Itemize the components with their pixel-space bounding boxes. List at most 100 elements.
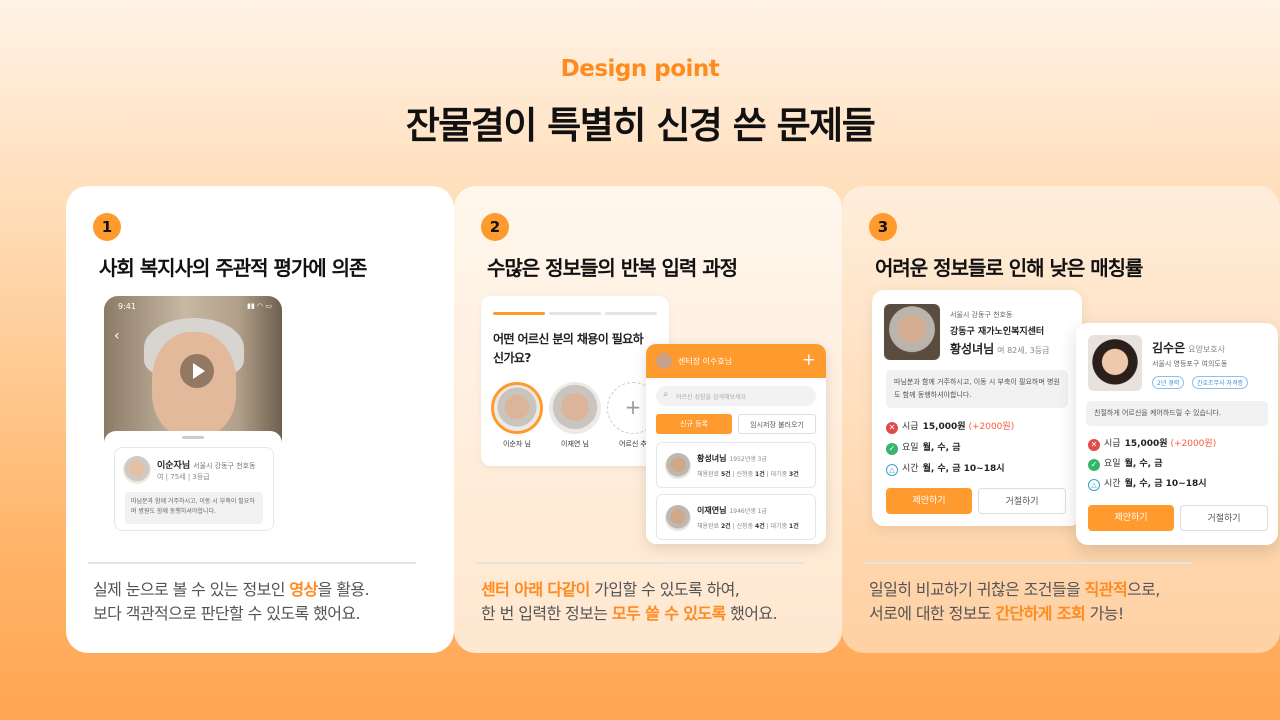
elder-center: 강동구 재가노인복지센터 <box>950 327 1045 337</box>
sheet-handle[interactable] <box>182 436 204 439</box>
desc-highlight: 영상 <box>289 580 318 599</box>
elder-avatar <box>491 382 543 434</box>
cond-label: 시간 <box>1104 479 1121 489</box>
elder-name: 황성녀님 여 82세, 3등급 <box>950 340 1050 357</box>
progress-step <box>549 312 601 315</box>
wage-plus: (+2000원) <box>1170 439 1217 449</box>
elder-photo <box>884 304 940 360</box>
feature-card-1: 1 사회 복지사의 주관적 평가에 의존 9:41 ▮▮ ◠ ▭ ‹ 이순자님 서… <box>66 186 454 653</box>
caregiver-photo <box>1088 335 1142 391</box>
cond-label: 시간 <box>902 464 919 474</box>
check-icon: ✓ <box>886 443 898 455</box>
wage-row: ✕ 시급 15,000원 (+2000원) <box>886 420 1014 434</box>
center-app-mockup: 센터장 이수호님 + 어르신 성함을 검색해보세요 신규 등록 임시저장 불러오… <box>646 344 826 544</box>
step-number-1: 1 <box>93 213 121 241</box>
avatar <box>665 505 691 531</box>
elder-stats: 채용완료 2건 | 신청중 4건 | 대기중 1건 <box>697 521 799 530</box>
play-icon[interactable] <box>180 354 214 388</box>
name-sub: 여 82세, 3등급 <box>997 346 1050 355</box>
name-text: 황성녀님 <box>697 454 727 463</box>
center-header: 센터장 이수호님 + <box>646 344 826 378</box>
elder-stats: 채용완료 5건 | 신청중 1건 | 대기중 3건 <box>697 469 799 478</box>
list-item[interactable]: 이재연님 1946년생 1급 채용완료 2건 | 신청중 4건 | 대기중 1건 <box>656 494 816 540</box>
propose-button[interactable]: 제안하기 <box>886 488 972 514</box>
decline-button[interactable]: 거절하기 <box>978 488 1066 514</box>
elder-note: 따님분과 함께 거주하시고, 이동 시 부축이 필요하며 병원도 함께 동행하셔… <box>886 370 1068 408</box>
cond-label: 시급 <box>902 422 919 432</box>
wage-plus: (+2000원) <box>968 422 1015 432</box>
search-input[interactable]: 어르신 성함을 검색해보세요 <box>656 386 816 406</box>
eyebrow: Design point <box>560 56 720 82</box>
time-row: △ 시간 월, 수, 금 10~18시 <box>1088 477 1207 491</box>
elder-name: 이재연님 1946년생 1급 <box>697 505 767 516</box>
desc-highlight: 간단하게 조회 <box>995 604 1086 623</box>
cond-value: 15,000원 <box>1124 439 1168 449</box>
name-sub: 1946년생 1급 <box>729 508 768 515</box>
profile-name-text: 이순자님 <box>157 461 191 471</box>
desc-highlight: 센터 아래 다같이 <box>481 580 590 599</box>
propose-button[interactable]: 제안하기 <box>1088 505 1174 531</box>
phone-mockup-video: 9:41 ▮▮ ◠ ▭ ‹ 이순자님 서울시 강동구 천호동 여 | 75세 | … <box>104 296 282 541</box>
cond-label: 시급 <box>1104 439 1121 449</box>
cond-value: 월, 수, 금 <box>1124 459 1163 469</box>
cond-value: 월, 수, 금 10~18시 <box>922 464 1005 474</box>
elder-avatar <box>549 382 601 434</box>
option-label: 이재연 님 <box>561 440 589 448</box>
stat-label: | 대기중 <box>764 471 790 478</box>
progress-step-active <box>493 312 545 315</box>
desc-text: 서로에 대한 정보도 <box>869 604 996 623</box>
desc-text: 한 번 입력한 정보는 <box>481 604 612 623</box>
option-elder-2[interactable]: 이재연 님 <box>549 382 601 449</box>
option-elder-1[interactable]: 이순자 님 <box>491 382 543 449</box>
feature-card-2: 2 수많은 정보들의 반복 입력 과정 어떤 어르신 분의 채용이 필요하신가요… <box>454 186 842 653</box>
elder-name: 황성녀님 1952년생 3급 <box>697 453 767 464</box>
experience-tag: 2년 경력 <box>1152 376 1185 389</box>
card-divider <box>864 562 1192 564</box>
stat-label: | 신청중 <box>730 471 756 478</box>
cond-value: 월, 수, 금 10~18시 <box>1124 479 1207 489</box>
stat-label: 채용완료 <box>697 471 721 478</box>
status-time: 9:41 <box>118 302 136 311</box>
add-icon[interactable]: + <box>802 350 816 370</box>
decline-button[interactable]: 거절하기 <box>1180 505 1268 531</box>
survey-mockup: 어떤 어르신 분의 채용이 필요하신가요? 이순자 님 이재연 님 + 어르신 … <box>481 296 669 466</box>
back-chevron-icon[interactable]: ‹ <box>114 328 120 344</box>
desc-text: 일일히 비교하기 귀찮은 조건들을 <box>869 580 1085 599</box>
cond-value: 15,000원 <box>922 422 966 432</box>
stat-value: 1건 <box>789 523 799 530</box>
cond-label: 요일 <box>902 443 919 453</box>
card-description-3: 일일히 비교하기 귀찮은 조건들을 직관적으로, 서로에 대한 정보도 간단하게… <box>869 578 1214 626</box>
center-title: 센터장 이수호님 <box>678 357 733 366</box>
name-text: 이재연님 <box>697 506 727 515</box>
desc-highlight: 모두 쓸 수 있도록 <box>611 604 726 623</box>
list-item[interactable]: 황성녀님 1952년생 3급 채용완료 5건 | 신청중 1건 | 대기중 3건 <box>656 442 816 488</box>
days-row: ✓ 요일 월, 수, 금 <box>1088 457 1163 471</box>
caregiver-note: 친절하게 어르신을 케어하드릴 수 있습니다. <box>1086 401 1268 426</box>
elder-match-card: 서울시 강동구 천호동 강동구 재가노인복지센터 황성녀님 여 82세, 3등급 … <box>872 290 1082 526</box>
stat-label: | 신청중 <box>730 523 756 530</box>
desc-text: 보다 객관적으로 판단할 수 있도록 했어요. <box>93 604 361 623</box>
avatar <box>656 353 672 369</box>
cond-label: 요일 <box>1104 459 1121 469</box>
card-divider <box>476 562 804 564</box>
triangle-icon: △ <box>1088 479 1100 491</box>
step-number-2: 2 <box>481 213 509 241</box>
tab-new-register[interactable]: 신규 등록 <box>656 414 732 434</box>
progress-steps <box>493 312 657 315</box>
survey-question: 어떤 어르신 분의 채용이 필요하신가요? <box>493 332 644 365</box>
check-icon: ✓ <box>1088 459 1100 471</box>
page-title: 잔물결이 특별히 신경 쓴 문제들 <box>405 104 876 147</box>
stat-value: 3건 <box>789 471 799 478</box>
stat-value: 2건 <box>721 523 731 530</box>
days-row: ✓ 요일 월, 수, 금 <box>886 441 961 455</box>
license-tag: 간호조무사 자격증 <box>1192 376 1249 389</box>
tab-load-saved[interactable]: 임시저장 불러오기 <box>738 414 816 434</box>
wage-x-icon: ✕ <box>1088 439 1100 451</box>
caregiver-match-card: 김수은 요양보호사 서울시 영등포구 여의도동 2년 경력 간호조무사 자격증 친… <box>1076 323 1278 545</box>
desc-text: 을 활용. <box>317 580 370 599</box>
card-description-1: 실제 눈으로 볼 수 있는 정보인 영상을 활용. 보다 객관적으로 판단할 수… <box>93 578 438 626</box>
wage-x-icon: ✕ <box>886 422 898 434</box>
caregiver-location: 서울시 영등포구 여의도동 <box>1152 360 1228 368</box>
card-title-2: 수많은 정보들의 반복 입력 과정 <box>487 256 738 280</box>
time-row: △ 시간 월, 수, 금 10~18시 <box>886 462 1005 476</box>
